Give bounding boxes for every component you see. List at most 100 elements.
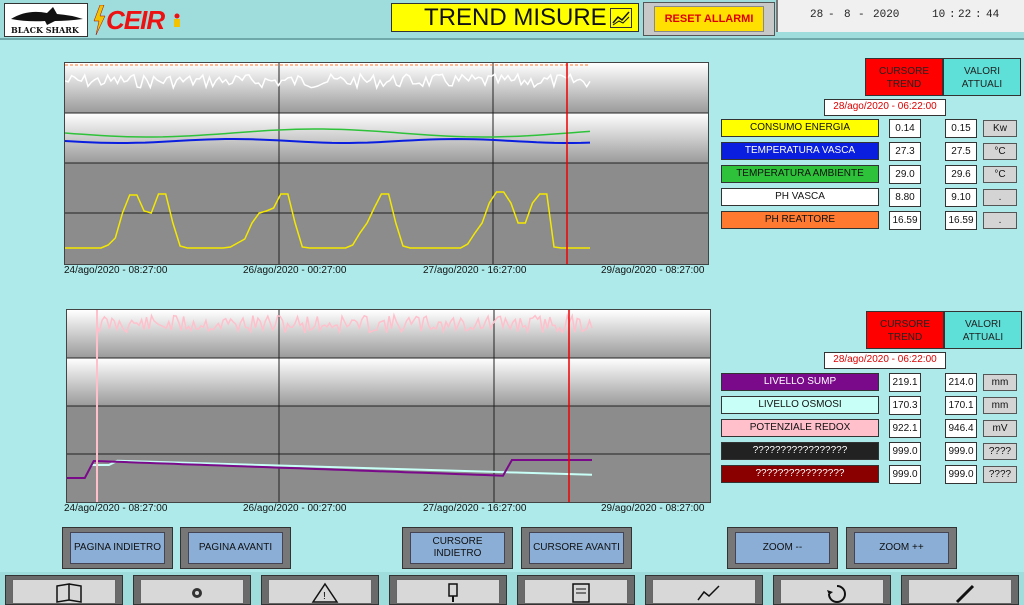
series-legend-label: PH REATTORE (721, 211, 879, 229)
zoom-in-button[interactable]: ZOOM ++ (846, 527, 957, 569)
trend-chart-top-plot (64, 63, 708, 264)
bottom-nav-button-6[interactable] (645, 575, 763, 605)
svg-text:!: ! (323, 591, 326, 602)
datetime-display: 28 - 8 - 2020 10 : 22 : 44 (776, 0, 1024, 32)
hand-pointer-icon (448, 583, 458, 602)
bottom-nav-button-face (140, 579, 244, 604)
zoom-out-button[interactable]: ZOOM -- (727, 527, 838, 569)
series-legend-label: CONSUMO ENERGIA (721, 119, 879, 137)
date-year: 2020 (873, 9, 900, 21)
bottom-nav-button-2[interactable] (133, 575, 251, 605)
date-day: 28 (810, 9, 824, 21)
cursore-indietro-label: CURSORE INDIETRO (410, 532, 505, 564)
chart2-tick-1: 24/ago/2020 - 08:27:00 (64, 503, 168, 514)
cursor-timestamp: 28/ago/2020 - 06:22:00 (824, 99, 946, 116)
bottom-nav-button-face (12, 579, 116, 604)
cursore-indietro-button[interactable]: CURSORE INDIETRO (402, 527, 513, 569)
report-icon (572, 583, 590, 603)
unit-label: Kw (983, 120, 1017, 137)
current-value: 27.5 (945, 142, 977, 161)
current-value: 16.59 (945, 211, 977, 230)
cursor-timestamp-2: 28/ago/2020 - 06:22:00 (824, 352, 946, 369)
unit-label: mm (983, 374, 1017, 391)
cursor-value: 8.80 (889, 188, 921, 207)
current-value: 946.4 (945, 419, 977, 438)
series-legend-label: PH VASCA (721, 188, 879, 206)
black-shark-logo-text: BLACK SHARK (11, 25, 79, 35)
trend-chart-top[interactable] (64, 62, 709, 265)
gear-icon (192, 588, 202, 598)
reset-alarms-label: RESET ALLARMI (654, 6, 764, 32)
cursor-value: 999.0 (889, 465, 921, 484)
cursor-value: 219.1 (889, 373, 921, 392)
person-icon (174, 13, 180, 27)
cursore-avanti-button[interactable]: CURSORE AVANTI (521, 527, 632, 569)
cursore-avanti-label: CURSORE AVANTI (529, 532, 624, 564)
bottom-nav-button-face (652, 579, 756, 604)
zoom-in-label: ZOOM ++ (854, 532, 949, 564)
valori-attuali-header-2: VALORI ATTUALI (944, 311, 1022, 349)
trend-chart-icon (697, 585, 720, 601)
cursor-value: 922.1 (889, 419, 921, 438)
cursor-value: 999.0 (889, 442, 921, 461)
series-legend-label: LIVELLO SUMP (721, 373, 879, 391)
bottom-nav-button-face: ! (268, 579, 372, 604)
series-legend-label: LIVELLO OSMOSI (721, 396, 879, 414)
bottom-nav-button-face (396, 579, 500, 604)
lightning-icon (93, 5, 106, 35)
bottom-nav-button-face (524, 579, 628, 604)
current-value: 0.15 (945, 119, 977, 138)
cursor-value: 0.14 (889, 119, 921, 138)
bottom-nav-button-8[interactable] (901, 575, 1019, 605)
unit-label: ???? (983, 466, 1017, 483)
current-value: 999.0 (945, 465, 977, 484)
series-legend-label: POTENZIALE REDOX (721, 419, 879, 437)
bottom-nav-button-face (908, 579, 1012, 604)
chart2-tick-4: 29/ago/2020 - 08:27:00 (601, 503, 705, 514)
valori-attuali-header: VALORI ATTUALI (943, 58, 1021, 96)
pagina-avanti-button[interactable]: PAGINA AVANTI (180, 527, 291, 569)
time-hours: 10 (932, 9, 946, 21)
page-title-box: TREND MISURE (391, 3, 639, 32)
bottom-nav-button-5[interactable] (517, 575, 635, 605)
page-title: TREND MISURE (424, 4, 607, 31)
time-seconds: 44 (986, 9, 1000, 21)
current-value: 999.0 (945, 442, 977, 461)
zoom-out-label: ZOOM -- (735, 532, 830, 564)
bottom-nav-button-face (780, 579, 884, 604)
current-value: 214.0 (945, 373, 977, 392)
cursore-trend-header: CURSORE TREND (865, 58, 943, 96)
unit-label: . (983, 212, 1017, 229)
chart2-tick-3: 27/ago/2020 - 16:27:00 (423, 503, 527, 514)
unit-label: . (983, 189, 1017, 206)
unit-label: mV (983, 420, 1017, 437)
reset-alarms-button[interactable]: RESET ALLARMI (643, 2, 775, 36)
chart1-tick-1: 24/ago/2020 - 08:27:00 (64, 265, 168, 276)
current-value: 170.1 (945, 396, 977, 415)
bottom-nav-button-4[interactable] (389, 575, 507, 605)
cursor-value: 27.3 (889, 142, 921, 161)
trend-chart-bottom[interactable] (66, 309, 711, 503)
series-legend-label: ???????????????? (721, 465, 879, 483)
cursor-value: 170.3 (889, 396, 921, 415)
pagina-avanti-label: PAGINA AVANTI (188, 532, 283, 564)
bottom-nav-button-7[interactable] (773, 575, 891, 605)
series-legend-label: TEMPERATURA VASCA (721, 142, 879, 160)
pagina-indietro-label: PAGINA INDIETRO (70, 532, 165, 564)
unit-label: mm (983, 397, 1017, 414)
bottom-nav-button-1[interactable] (5, 575, 123, 605)
black-shark-logo: BLACK SHARK (4, 3, 88, 37)
unit-label: °C (983, 143, 1017, 160)
series-legend-label: TEMPERATURA AMBIENTE (721, 165, 879, 183)
cursore-trend-header-2: CURSORE TREND (866, 311, 944, 349)
chart1-tick-4: 29/ago/2020 - 08:27:00 (601, 265, 705, 276)
bottom-nav-button-3[interactable]: ! (261, 575, 379, 605)
cursor-value: 29.0 (889, 165, 921, 184)
current-value: 9.10 (945, 188, 977, 207)
pencil-icon (955, 584, 975, 604)
ceir-logo-text: CEIR (106, 5, 165, 35)
pagina-indietro-button[interactable]: PAGINA INDIETRO (62, 527, 173, 569)
current-value: 29.6 (945, 165, 977, 184)
shark-icon (11, 7, 83, 25)
time-minutes: 22 (958, 9, 972, 21)
